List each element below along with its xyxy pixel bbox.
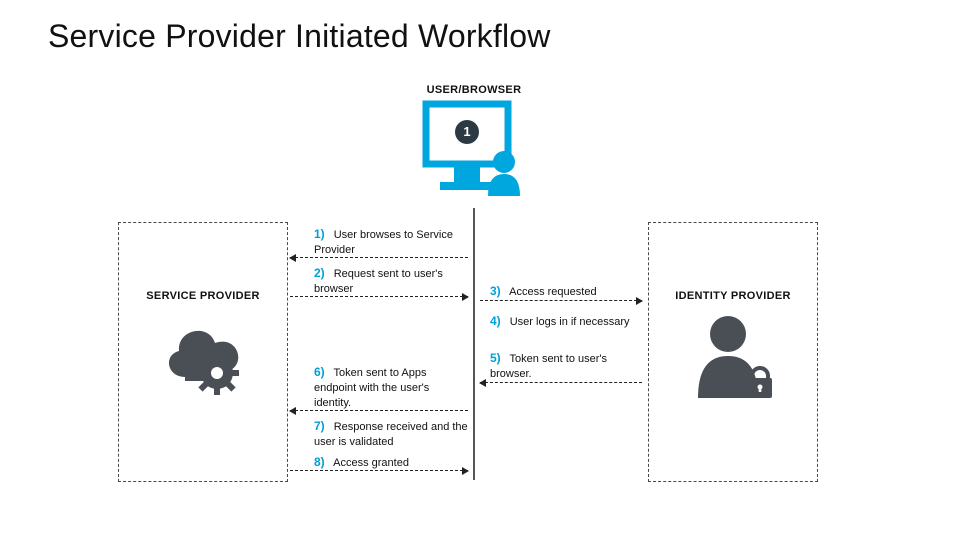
lock-icon — [748, 368, 772, 398]
step-3-text: Access requested — [509, 286, 596, 298]
step-2: 2) Request sent to user's browser — [314, 265, 464, 297]
arrow-step-8 — [290, 470, 468, 471]
step-7-num: 7) — [314, 419, 325, 433]
arrow-step-5 — [480, 382, 642, 383]
step-5: 5) Token sent to user's browser. — [490, 350, 640, 382]
step-8: 8) Access granted — [314, 454, 464, 471]
user-head-icon — [493, 151, 515, 173]
step-6-text: Token sent to Apps endpoint with the use… — [314, 367, 429, 409]
step-4-text: User logs in if necessary — [510, 316, 630, 328]
step-8-num: 8) — [314, 455, 325, 469]
monitor-user-icon: 1 — [420, 100, 530, 200]
badge-number: 1 — [463, 124, 470, 139]
step-5-num: 5) — [490, 351, 501, 365]
step-8-text: Access granted — [333, 457, 409, 469]
user-browser-label: USER/BROWSER — [404, 84, 544, 96]
step-3-num: 3) — [490, 284, 501, 298]
step-2-num: 2) — [314, 266, 325, 280]
page-title: Service Provider Initiated Workflow — [48, 18, 551, 55]
person-lock-icon — [690, 310, 780, 410]
arrow-step-3 — [480, 300, 642, 301]
user-body-icon — [488, 174, 520, 196]
step-7-text: Response received and the user is valida… — [314, 421, 468, 448]
step-6-num: 6) — [314, 365, 325, 379]
step-1: 1) User browses to Service Provider — [314, 226, 464, 258]
step-7: 7) Response received and the user is val… — [314, 418, 474, 450]
monitor-neck-icon — [454, 164, 480, 182]
step-3: 3) Access requested — [490, 283, 640, 300]
monitor-base-icon — [440, 182, 494, 190]
step-4-num: 4) — [490, 314, 501, 328]
step-1-num: 1) — [314, 227, 325, 241]
arrow-step-6 — [290, 410, 468, 411]
step-4: 4) User logs in if necessary — [490, 313, 640, 330]
arrow-step-2 — [290, 296, 468, 297]
cloud-gear-icon — [155, 315, 255, 405]
step-6: 6) Token sent to Apps endpoint with the … — [314, 364, 469, 411]
step-5-text: Token sent to user's browser. — [490, 353, 607, 380]
step-1-text: User browses to Service Provider — [314, 229, 453, 256]
arrow-step-1 — [290, 257, 468, 258]
service-provider-label: SERVICE PROVIDER — [118, 290, 288, 302]
step-2-text: Request sent to user's browser — [314, 268, 443, 295]
identity-provider-label: IDENTITY PROVIDER — [648, 290, 818, 302]
